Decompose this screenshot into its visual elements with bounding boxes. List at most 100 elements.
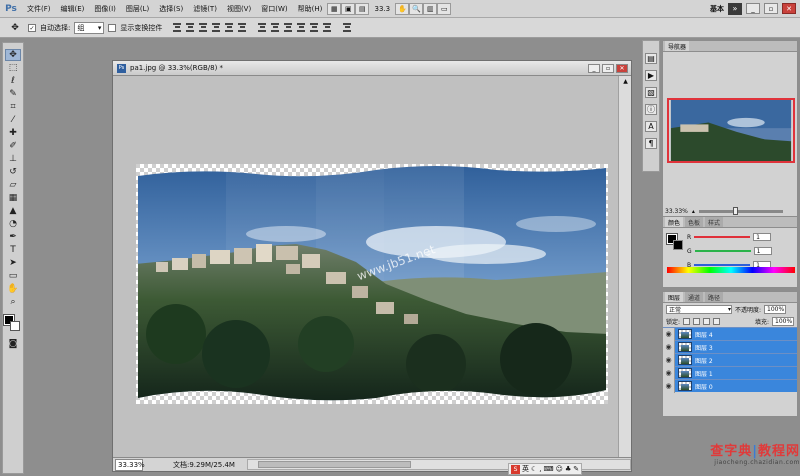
- align-right-icon[interactable]: [237, 22, 247, 33]
- brush-tool-icon[interactable]: ✐: [5, 140, 21, 152]
- status-zoom-field[interactable]: 33.33%: [115, 458, 145, 471]
- zoom-out-icon[interactable]: ▴: [692, 208, 695, 215]
- tab-paths[interactable]: 路径: [705, 292, 724, 302]
- fill-field[interactable]: 100%: [772, 316, 794, 326]
- doc-restore-icon[interactable]: ▫: [602, 63, 614, 73]
- character-panel-icon[interactable]: A: [645, 121, 657, 132]
- crop-tool-icon[interactable]: ⌗: [5, 101, 21, 113]
- channel-g-slider[interactable]: [694, 250, 751, 252]
- navigator-thumbnail[interactable]: [667, 98, 795, 163]
- distribute-top-icon[interactable]: [257, 22, 267, 33]
- eyedropper-icon[interactable]: ⁄: [5, 114, 21, 126]
- tab-styles[interactable]: 样式: [705, 217, 724, 227]
- distribute-left-icon[interactable]: [296, 22, 306, 33]
- distribute-vcenter-icon[interactable]: [270, 22, 280, 33]
- paragraph-panel-icon[interactable]: ¶: [645, 138, 657, 149]
- vertical-scrollbar[interactable]: ▲: [618, 76, 631, 458]
- healing-brush-icon[interactable]: ✚: [5, 127, 21, 139]
- hand-tool-icon[interactable]: ✋: [5, 283, 21, 295]
- color-swatches[interactable]: [3, 314, 22, 331]
- color-background[interactable]: [673, 240, 683, 250]
- layer-row[interactable]: ◉ 图层 0: [663, 379, 797, 393]
- ime-skin-icon[interactable]: ♣: [565, 465, 571, 473]
- ime-settings-icon[interactable]: ✎: [573, 465, 579, 473]
- channel-b-slider[interactable]: [694, 264, 751, 266]
- distribute-hcenter-icon[interactable]: [309, 22, 319, 33]
- layer-row[interactable]: ◉ 图层 1: [663, 366, 797, 380]
- eye-icon[interactable]: ◉: [663, 379, 675, 393]
- blend-mode-select[interactable]: 正常 ▾: [666, 304, 732, 314]
- workspace-label[interactable]: 基本: [710, 4, 724, 14]
- minibridge-icon[interactable]: ▣: [341, 2, 356, 15]
- layer-row[interactable]: ◉ 图层 4: [663, 327, 797, 341]
- menu-edit[interactable]: 编辑(E): [56, 4, 90, 14]
- eye-icon[interactable]: ◉: [663, 353, 675, 367]
- channel-r-value[interactable]: 1: [753, 233, 772, 241]
- path-select-icon[interactable]: ➤: [5, 257, 21, 269]
- auto-align-icon[interactable]: [342, 22, 352, 33]
- restore-icon[interactable]: ▫: [764, 3, 778, 14]
- lock-transparency-icon[interactable]: [683, 317, 691, 325]
- ime-language[interactable]: 英: [522, 464, 529, 474]
- tab-navigator[interactable]: 导航器: [665, 41, 690, 51]
- eye-icon[interactable]: ◉: [663, 340, 675, 354]
- tab-color[interactable]: 颜色: [665, 217, 684, 227]
- layer-row[interactable]: ◉ 图层 3: [663, 340, 797, 354]
- channel-r-slider[interactable]: [694, 236, 751, 238]
- scroll-up-icon[interactable]: ▲: [619, 76, 632, 87]
- history-panel-icon[interactable]: ▤: [645, 53, 657, 64]
- ime-moon-icon[interactable]: ☾: [531, 465, 537, 473]
- lock-all-icon[interactable]: [713, 317, 721, 325]
- screen-mode-icon[interactable]: ▭: [437, 2, 452, 15]
- type-tool-icon[interactable]: T: [5, 244, 21, 256]
- tab-channels[interactable]: 通道: [685, 292, 704, 302]
- menu-image[interactable]: 图像(I): [89, 4, 121, 14]
- tab-swatches[interactable]: 色板: [685, 217, 704, 227]
- zoom-level[interactable]: 33.3: [369, 5, 395, 13]
- quick-mask-icon[interactable]: ◙: [5, 338, 21, 350]
- view-extras-icon[interactable]: ▤: [355, 2, 370, 15]
- hand-icon[interactable]: ✋: [395, 2, 410, 15]
- gradient-tool-icon[interactable]: ▦: [5, 192, 21, 204]
- arrange-docs-icon[interactable]: ▥: [423, 2, 438, 15]
- menu-select[interactable]: 选择(S): [154, 4, 188, 14]
- menu-layer[interactable]: 图层(L): [121, 4, 154, 14]
- lock-pixels-icon[interactable]: [693, 317, 701, 325]
- ime-punct-icon[interactable]: ,: [539, 465, 541, 473]
- dodge-tool-icon[interactable]: ◔: [5, 218, 21, 230]
- auto-select-checkbox[interactable]: ✓: [28, 23, 36, 32]
- layer-row[interactable]: ◉ 图层 2: [663, 353, 797, 367]
- scroll-thumb[interactable]: [257, 461, 411, 468]
- canvas-area[interactable]: www.jb51.net: [113, 76, 619, 458]
- history-brush-icon[interactable]: ↺: [5, 166, 21, 178]
- align-bottom-icon[interactable]: [198, 22, 208, 33]
- lasso-tool-icon[interactable]: ℓ: [5, 75, 21, 87]
- document-info[interactable]: 文档:9.29M/25.4M: [173, 460, 235, 470]
- doc-minimize-icon[interactable]: _: [588, 63, 600, 73]
- eye-icon[interactable]: ◉: [663, 327, 675, 341]
- navigator-zoom-value[interactable]: 33.33%: [665, 208, 688, 215]
- move-tool-icon[interactable]: ✥: [6, 21, 24, 35]
- actions-panel-icon[interactable]: ▶: [645, 70, 657, 81]
- histogram-panel-icon[interactable]: ▧: [645, 87, 657, 98]
- shape-tool-icon[interactable]: ▭: [5, 270, 21, 282]
- lock-position-icon[interactable]: [703, 317, 711, 325]
- eye-icon[interactable]: ◉: [663, 366, 675, 380]
- navigator-zoom-slider[interactable]: [698, 207, 783, 215]
- eraser-tool-icon[interactable]: ▱: [5, 179, 21, 191]
- align-left-icon[interactable]: [211, 22, 221, 33]
- blur-tool-icon[interactable]: ▲: [5, 205, 21, 217]
- menu-view[interactable]: 视图(V): [222, 4, 256, 14]
- align-top-icon[interactable]: [172, 22, 182, 33]
- align-hcenter-icon[interactable]: [224, 22, 234, 33]
- ime-user-icon[interactable]: ☺: [556, 465, 563, 473]
- show-transform-checkbox[interactable]: [108, 23, 117, 32]
- doc-close-icon[interactable]: ✕: [616, 63, 628, 73]
- menu-window[interactable]: 窗口(W): [256, 4, 292, 14]
- zoom-tool-icon[interactable]: ⌕: [5, 296, 21, 308]
- tab-layers[interactable]: 图层: [665, 292, 684, 302]
- menu-help[interactable]: 帮助(H): [293, 4, 328, 14]
- distribute-bottom-icon[interactable]: [283, 22, 293, 33]
- workspace-more-icon[interactable]: »: [728, 2, 742, 15]
- document-titlebar[interactable]: Ps pa1.jpg @ 33.3%(RGB/8) * _ ▫ ✕: [113, 61, 631, 76]
